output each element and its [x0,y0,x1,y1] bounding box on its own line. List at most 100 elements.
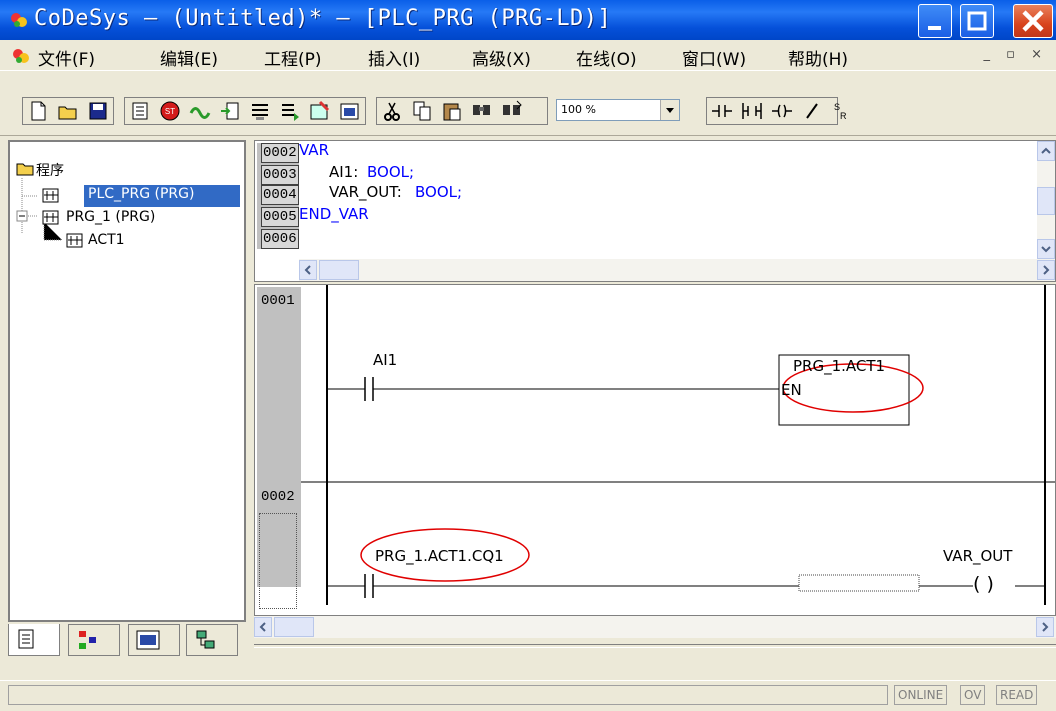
minimize-button[interactable] [918,4,952,38]
scroll-thumb[interactable] [274,617,314,637]
tab-pous[interactable] [8,624,60,656]
status-online-flag: ONLINE [894,685,948,705]
codesys-app-icon [11,13,27,27]
step-over-icon[interactable] [248,99,272,123]
cut-icon[interactable] [380,99,404,123]
scroll-thumb[interactable] [1037,187,1055,215]
function-block-title[interactable]: PRG_1.ACT1 [793,357,885,375]
parallel-contact-icon[interactable] [740,99,764,123]
negate-icon[interactable] [800,99,824,123]
decl-var-name: AI1: [329,163,359,181]
new-file-icon[interactable] [26,99,50,123]
set-reset-icon[interactable]: SR [828,99,852,123]
step-in-icon[interactable] [218,99,242,123]
menu-file[interactable]: 文件(F) [38,45,95,70]
find-icon[interactable] [470,99,494,123]
pou-tree[interactable]: 程序 PLC_PRG (PRG) PRG_1 (PRG) ACT1 [8,140,246,622]
ladder-diagram-pane[interactable]: 0001 0002 AI1 PRG_1.ACT1 EN PRG_1.ACT1.C… [254,284,1056,616]
zoom-value: 100 % [561,103,596,116]
scroll-left-button[interactable] [299,260,317,280]
menu-extras[interactable]: 高级(X) [472,45,531,70]
decl-var-type: BOOL; [367,163,415,181]
decl-var-name: VAR_OUT: [329,183,402,201]
status-ov-flag: OV [960,685,986,705]
stop-icon[interactable]: ST [158,99,182,123]
coil-label-var-out[interactable]: VAR_OUT [943,547,1012,565]
tree-item-plc-prg[interactable]: PLC_PRG (PRG) [88,186,194,202]
tree-item-prg-1[interactable]: PRG_1 (PRG) [66,209,155,225]
tree-item-act1[interactable]: ACT1 [88,232,125,248]
pou-icon [42,210,59,225]
resources-icon [196,630,215,649]
login-icon[interactable] [128,99,152,123]
zoom-dropdown-arrow[interactable] [660,100,679,120]
chevron-left-icon [259,622,266,632]
coil-symbol[interactable]: ( ) [973,573,994,595]
single-cycle-icon[interactable] [278,99,302,123]
open-folder-icon[interactable] [56,99,80,123]
force-values-icon[interactable] [338,99,362,123]
declaration-pane[interactable]: 0002 0003 0004 0005 0006 VAR AI1: BOOL; … [254,140,1056,282]
coil-icon[interactable] [770,99,794,123]
save-icon[interactable] [86,99,110,123]
chevron-down-icon [666,108,674,113]
menu-help[interactable]: 帮助(H) [788,45,848,70]
paste-icon[interactable] [440,99,464,123]
window-title: CoDeSys – (Untitled)* – [PLC_PRG (PRG-LD… [34,6,612,31]
pou-editor: 0002 0003 0004 0005 0006 VAR AI1: BOOL; … [254,140,1056,660]
menu-project[interactable]: 工程(P) [264,45,322,70]
menu-online[interactable]: 在线(O) [576,45,637,70]
maximize-icon [967,11,987,31]
codesys-window: CoDeSys – (Untitled)* – [PLC_PRG (PRG-LD… [0,0,1056,711]
menu-insert[interactable]: 插入(I) [368,45,420,70]
menu-edit[interactable]: 编辑(E) [160,45,218,70]
scroll-up-button[interactable] [1037,141,1055,161]
toolbar: ST 100 % SR [0,70,1056,136]
menu-window[interactable]: 窗口(W) [682,45,746,70]
scroll-down-button[interactable] [1037,239,1055,259]
svg-text:R: R [840,111,847,121]
status-message-area [8,685,888,705]
object-organizer: 程序 PLC_PRG (PRG) PRG_1 (PRG) ACT1 [8,140,246,660]
contact-label-ai1[interactable]: AI1 [373,351,397,369]
pou-icon [42,188,59,203]
chevron-right-icon [1043,265,1050,275]
ladder-horizontal-scrollbar[interactable] [254,616,1056,638]
document-icon [18,629,34,649]
write-values-icon[interactable] [308,99,332,123]
title-bar[interactable]: CoDeSys – (Untitled)* – [PLC_PRG (PRG-LD… [0,0,1056,40]
scroll-thumb[interactable] [319,260,359,280]
mdi-window-controls[interactable]: _ ▫ × [984,47,1048,62]
chevron-right-icon [1042,622,1049,632]
chevron-down-icon [1041,246,1051,253]
code-keyword-end-var: END_VAR [299,205,369,223]
minimize-icon [928,26,941,30]
scroll-right-button[interactable] [1036,617,1054,637]
decl-vertical-scrollbar[interactable] [1037,141,1055,261]
find-next-icon[interactable] [500,99,524,123]
maximize-button[interactable] [960,4,994,38]
decl-line-number: 0003 [261,165,299,185]
menu-bar: 文件(F) 编辑(E) 工程(P) 插入(I) 高级(X) 在线(O) 窗口(W… [0,40,1056,70]
contact-icon[interactable] [710,99,734,123]
scroll-right-button[interactable] [1037,260,1055,280]
decl-horizontal-scrollbar[interactable] [299,259,1055,281]
data-types-icon [79,631,96,649]
zoom-select[interactable]: 100 % [556,99,680,121]
run-icon[interactable] [188,99,212,123]
scroll-left-button[interactable] [254,617,272,637]
message-window-splitter[interactable] [254,644,1056,648]
copy-icon[interactable] [410,99,434,123]
document-app-icon[interactable] [12,47,30,65]
close-button[interactable] [1013,4,1053,38]
tab-resources[interactable] [186,624,238,656]
status-bar: ONLINE OV READ [0,680,1056,711]
organizer-tabs [8,624,246,660]
contact-label-cq1[interactable]: PRG_1.ACT1.CQ1 [375,547,504,565]
decl-line-number: 0006 [261,229,299,249]
tab-data-types[interactable] [68,624,120,656]
chevron-left-icon [304,265,311,275]
close-icon [1022,10,1044,32]
ladder-graphics [301,285,1055,605]
tab-visualizations[interactable] [128,624,180,656]
